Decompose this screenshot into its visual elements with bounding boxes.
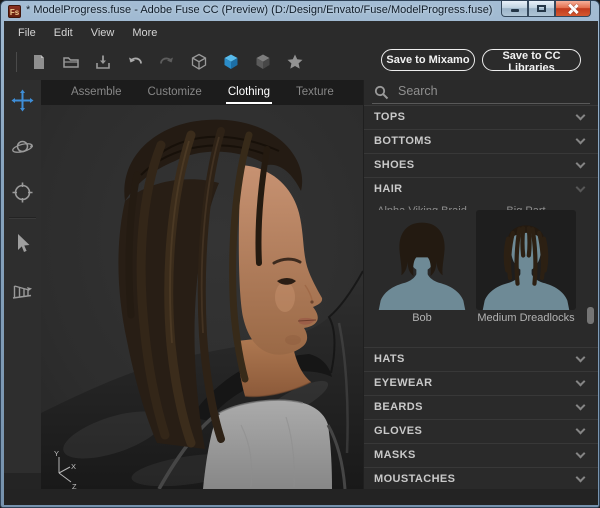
maximize-icon — [537, 5, 546, 12]
menu-edit[interactable]: Edit — [45, 23, 82, 43]
open-folder-icon[interactable] — [62, 53, 80, 71]
screenshot-stage: Fs * ModelProgress.fuse - Adobe Fuse CC … — [0, 0, 600, 508]
medium-dreadlocks-silhouette — [482, 225, 570, 310]
section-tops-label: TOPS — [374, 111, 406, 123]
chevron-down-icon — [575, 110, 586, 121]
hair-item-label-clipped: Alpha Viking Braid — [372, 201, 472, 210]
hair-items: Alpha Viking Braid Big Part — [364, 201, 598, 347]
section-hats[interactable]: HATS — [364, 347, 598, 371]
fuse-app-icon: Fs — [8, 5, 21, 18]
panel-scrollbar-thumb[interactable] — [587, 307, 594, 324]
bob-silhouette — [378, 222, 466, 310]
chevron-down-icon — [575, 134, 586, 145]
orbit-tool-icon[interactable] — [10, 135, 35, 160]
chevron-down-icon — [575, 376, 586, 387]
chevron-down-icon — [575, 424, 586, 435]
hair-item-label: Bob — [412, 312, 432, 324]
section-moustaches-label: MOUSTACHES — [374, 473, 456, 485]
new-file-icon[interactable] — [30, 53, 48, 71]
section-shoes[interactable]: SHOES — [364, 153, 598, 177]
cube-shaded-icon[interactable] — [254, 53, 272, 71]
title-bar: Fs * ModelProgress.fuse - Adobe Fuse CC … — [1, 1, 599, 21]
section-gloves[interactable]: GLOVES — [364, 419, 598, 443]
cube-solid-active-icon[interactable] — [222, 53, 240, 71]
minimize-button[interactable] — [501, 1, 528, 17]
save-icon[interactable] — [94, 53, 112, 71]
status-strip — [4, 489, 598, 505]
section-hats-label: HATS — [374, 353, 405, 365]
perspective-tool-icon[interactable] — [10, 279, 35, 304]
tab-customize[interactable]: Customize — [148, 82, 202, 104]
save-to-cc-libraries-button[interactable]: Save to CC Libraries — [482, 49, 581, 74]
section-tops[interactable]: TOPS — [364, 105, 598, 129]
close-button[interactable] — [555, 1, 591, 17]
cube-wireframe-icon[interactable] — [190, 53, 208, 71]
chevron-down-icon — [575, 400, 586, 411]
svg-text:X: X — [71, 462, 76, 471]
section-beards-label: BEARDS — [374, 401, 423, 413]
target-tool-icon[interactable] — [10, 180, 35, 205]
menu-file[interactable]: File — [9, 23, 45, 43]
section-bottoms-label: BOTTOMS — [374, 135, 432, 147]
viewport-tools — [4, 80, 41, 473]
search-icon — [374, 85, 389, 100]
section-bottoms[interactable]: BOTTOMS — [364, 129, 598, 153]
window-controls — [501, 1, 591, 17]
toolbar-divider — [16, 52, 17, 72]
section-eyewear-label: EYEWEAR — [374, 377, 433, 389]
search-underline — [372, 103, 590, 104]
favorite-star-icon[interactable] — [286, 53, 304, 71]
viewport-canvas[interactable]: Y X Z — [41, 105, 363, 489]
hair-item-label-clipped: Big Part — [476, 201, 576, 210]
section-eyewear[interactable]: EYEWEAR — [364, 371, 598, 395]
tab-assemble[interactable]: Assemble — [71, 82, 122, 104]
search-input[interactable] — [396, 83, 566, 99]
section-hair[interactable]: HAIR — [364, 177, 598, 201]
section-gloves-label: GLOVES — [374, 425, 423, 437]
section-hair-label: HAIR — [374, 183, 403, 195]
mode-tabs: Assemble Customize Clothing Texture — [41, 80, 363, 105]
section-moustaches[interactable]: MOUSTACHES — [364, 467, 598, 491]
tab-texture[interactable]: Texture — [296, 82, 334, 104]
minimize-icon — [511, 9, 519, 12]
window-title: * ModelProgress.fuse - Adobe Fuse CC (Pr… — [26, 4, 493, 16]
chevron-down-icon — [575, 158, 586, 169]
select-tool-icon[interactable] — [10, 231, 35, 256]
svg-text:Y: Y — [54, 449, 59, 458]
menu-bar: File Edit View More — [4, 21, 598, 44]
toolbar: Save to Mixamo Save to CC Libraries — [4, 44, 598, 80]
redo-icon[interactable] — [158, 53, 176, 71]
tools-divider — [9, 217, 36, 218]
chevron-down-icon — [575, 182, 586, 193]
hair-thumb-bob[interactable] — [372, 210, 472, 310]
search-row — [364, 80, 598, 105]
center-column: Assemble Customize Clothing Texture Y X … — [41, 80, 363, 489]
section-beards[interactable]: BEARDS — [364, 395, 598, 419]
app-content: File Edit View More Save to Mixamo Save … — [4, 21, 598, 505]
hair-item-label: Medium Dreadlocks — [477, 312, 575, 324]
close-icon — [568, 4, 578, 14]
app-window: Fs * ModelProgress.fuse - Adobe Fuse CC … — [0, 0, 600, 508]
chevron-down-icon — [575, 472, 586, 483]
hair-thumb-medium-dreadlocks[interactable] — [476, 210, 576, 310]
section-masks[interactable]: MASKS — [364, 443, 598, 467]
chevron-down-icon — [575, 352, 586, 363]
menu-view[interactable]: View — [82, 23, 124, 43]
svg-text:Z: Z — [72, 482, 77, 489]
section-masks-label: MASKS — [374, 449, 416, 461]
main-area: Assemble Customize Clothing Texture Y X … — [4, 80, 598, 489]
save-to-mixamo-button[interactable]: Save to Mixamo — [381, 49, 475, 71]
maximize-button[interactable] — [528, 1, 555, 17]
clothing-panel: TOPS BOTTOMS SHOES HAIR Alpha Viki — [363, 80, 598, 489]
move-tool-icon[interactable] — [10, 88, 35, 113]
menu-more[interactable]: More — [123, 23, 166, 43]
chevron-down-icon — [575, 448, 586, 459]
character-model: Y X Z — [41, 105, 363, 489]
undo-icon[interactable] — [126, 53, 144, 71]
section-shoes-label: SHOES — [374, 159, 415, 171]
tab-clothing[interactable]: Clothing — [225, 82, 273, 104]
